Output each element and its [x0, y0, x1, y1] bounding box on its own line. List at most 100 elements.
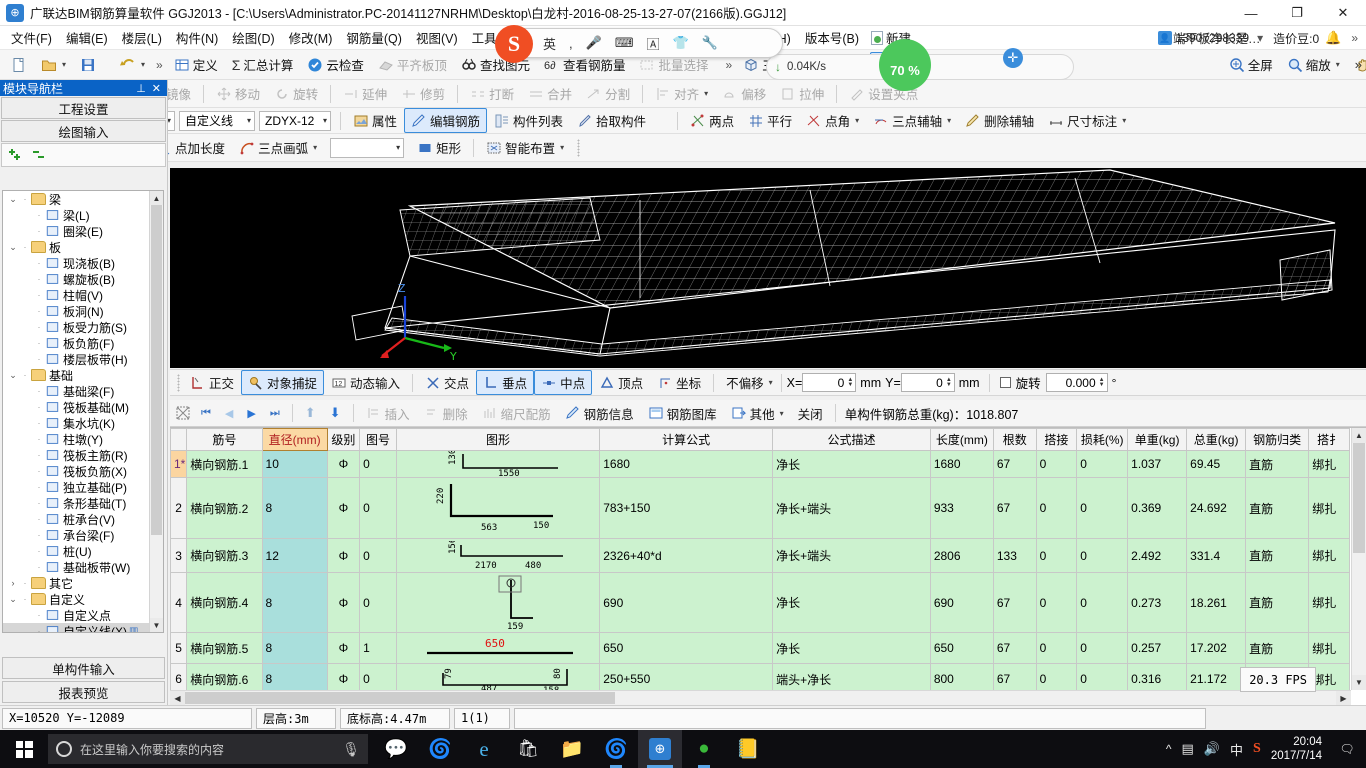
scroll-up-icon[interactable]: ▲	[150, 191, 163, 205]
insert-button[interactable]: 插入	[359, 401, 417, 426]
table-row[interactable]: 5 横向钢筋.5 8 Φ 1 650 650 净长 650 67 0 0 0.257 17.202 直筋 绑扎	[170, 632, 1350, 664]
cell-loss[interactable]: 0	[1076, 663, 1129, 690]
cell-total-weight[interactable]: 18.261	[1186, 572, 1247, 633]
taskbar-search[interactable]: 在这里输入你要搜索的内容 🎙	[48, 734, 368, 764]
cell-count[interactable]: 67	[992, 632, 1037, 664]
cell-grade[interactable]: Φ	[326, 632, 361, 664]
row-number[interactable]: 4	[170, 572, 188, 633]
col-grade[interactable]: 级别	[326, 428, 361, 451]
minimize-button[interactable]: —	[1228, 0, 1274, 26]
tree-item[interactable]: · 承台梁(F)	[3, 527, 149, 543]
cell-shape[interactable]: 130 1550	[395, 450, 601, 478]
taskbar-app-green[interactable]: ●	[682, 730, 726, 768]
cell-unit-weight[interactable]: 0.257	[1127, 632, 1188, 664]
cell-formula-desc[interactable]: 净长+端头	[772, 477, 931, 539]
three-point-arc-button[interactable]: 三点画弧 ▾	[232, 135, 324, 160]
fullscreen-button[interactable]: 全屏	[1222, 52, 1280, 77]
cell-rebar-class[interactable]: 直筋	[1245, 572, 1310, 633]
cell-figure-no[interactable]: 1	[359, 632, 397, 664]
account-chip[interactable]: 👤 13907298339 ▾	[1157, 31, 1267, 45]
start-button[interactable]	[0, 730, 48, 768]
edit-rebar-button[interactable]: 编辑钢筋	[404, 108, 488, 133]
menu-file[interactable]: 文件(F)	[4, 25, 59, 50]
cell-formula[interactable]: 650	[599, 632, 774, 664]
menu-view[interactable]: 视图(V)	[409, 25, 465, 50]
split-button[interactable]: 分割	[579, 81, 637, 106]
define-button[interactable]: 定义	[167, 52, 225, 77]
zoom-button[interactable]: 缩放 ▾	[1280, 52, 1347, 77]
ime-lang-button[interactable]: 英	[543, 34, 556, 53]
tree-item[interactable]: · 筏板负筋(X)	[3, 463, 149, 479]
next-record-button[interactable]: ▶	[240, 404, 262, 423]
cell-loss[interactable]: 0	[1076, 632, 1129, 664]
table-scroll-down-icon[interactable]: ▼	[1352, 675, 1366, 690]
cell-rebar-class[interactable]: 直筋	[1245, 632, 1310, 664]
cell-rebar-no[interactable]: 横向钢筋.2	[186, 477, 263, 539]
table-row[interactable]: 2 横向钢筋.2 8 Φ 0 220 563 150 783+150 净长+端头 933 67 0 0 0.…	[170, 477, 1350, 539]
col-formula-desc[interactable]: 公式描述	[772, 428, 931, 451]
cell-diameter[interactable]: 8	[261, 477, 328, 539]
offset-mode-select[interactable]: 不偏移 ▾	[719, 370, 776, 395]
move-button[interactable]: 移动	[209, 81, 267, 106]
member-list-button[interactable]: 构件列表	[487, 108, 570, 133]
maximize-button[interactable]: ❐	[1274, 0, 1320, 26]
cell-figure-no[interactable]: 0	[359, 450, 397, 478]
ime-emoji-icon[interactable]: 🄰	[647, 34, 660, 53]
cell-grade[interactable]: Φ	[326, 663, 361, 690]
perpendicular-snap-button[interactable]: 垂点	[476, 370, 535, 395]
prev-record-button[interactable]: ◀	[218, 404, 240, 423]
microphone-icon[interactable]: 🎙	[342, 741, 360, 758]
tree-folder[interactable]: ⌄ · 梁	[3, 191, 149, 207]
scale-rebar-button[interactable]: 缩尺配筋	[475, 401, 558, 426]
col-total-weight[interactable]: 总重(kg)	[1186, 428, 1247, 451]
menu-member[interactable]: 构件(N)	[169, 25, 225, 50]
action-center-icon[interactable]: 🗨	[1332, 730, 1362, 768]
table-scroll-right-icon[interactable]: ▶	[1336, 691, 1351, 705]
bell-icon[interactable]: 🔔	[1325, 30, 1341, 46]
cell-total-weight[interactable]: 24.692	[1186, 477, 1247, 539]
cell-count[interactable]: 67	[992, 477, 1037, 539]
draw-toolbar-grip-end[interactable]	[577, 138, 581, 157]
cell-lap[interactable]: 0	[1035, 450, 1078, 478]
merge-button[interactable]: 合并	[521, 81, 579, 106]
cell-formula[interactable]: 1680	[599, 450, 774, 478]
cell-lap-method[interactable]: 绑扎	[1308, 477, 1350, 539]
single-member-input-tab[interactable]: 单构件输入	[2, 657, 165, 679]
tree-item[interactable]: · 集水坑(K)	[3, 415, 149, 431]
cell-length[interactable]: 933	[929, 477, 994, 539]
tree-folder[interactable]: ⌄ · 自定义	[3, 591, 149, 607]
type-select[interactable]: 自定义线 ▾	[179, 110, 255, 131]
col-figure-no[interactable]: 图号	[359, 428, 397, 451]
menu-draw[interactable]: 绘图(D)	[225, 25, 281, 50]
cloud-check-button[interactable]: 云检查	[300, 52, 371, 77]
pin-icon[interactable]: ⊥	[133, 82, 149, 95]
rotate-button[interactable]: 旋转	[267, 81, 325, 106]
cell-unit-weight[interactable]: 1.037	[1127, 450, 1188, 478]
col-unit-weight[interactable]: 单重(kg)	[1127, 428, 1188, 451]
tree-item[interactable]: · 基础板带(W)	[3, 559, 149, 575]
tree-item[interactable]: · 现浇板(B)	[3, 255, 149, 271]
remove-icon[interactable]	[32, 147, 50, 163]
smart-layout-button[interactable]: 智能布置 ▾	[479, 135, 571, 160]
cell-count[interactable]: 67	[992, 450, 1037, 478]
cell-rebar-no[interactable]: 横向钢筋.1	[186, 450, 263, 478]
drawing-input-tab[interactable]: 绘图输入	[1, 120, 166, 142]
cell-lap[interactable]: 0	[1035, 663, 1078, 690]
table-row[interactable]: 1* 横向钢筋.1 10 Φ 0 130 1550 1680 净长 1680 67 0 0 1.037 69…	[170, 450, 1350, 478]
table-hscroll-thumb[interactable]	[185, 692, 615, 704]
cell-formula[interactable]: 783+150	[599, 477, 774, 539]
taskbar-clock[interactable]: 20:04 2017/7/14	[1271, 735, 1322, 763]
cell-formula-desc[interactable]: 净长	[772, 572, 931, 633]
extend-button[interactable]: 延伸	[336, 81, 394, 106]
last-record-button[interactable]: ⏭	[263, 404, 287, 423]
trim-button[interactable]: 修剪	[394, 81, 452, 106]
tree-expander-icon[interactable]: ⌄	[7, 370, 19, 381]
col-formula[interactable]: 计算公式	[599, 428, 774, 451]
cell-lap-method[interactable]: 绑扎	[1308, 572, 1350, 633]
cell-figure-no[interactable]: 0	[359, 572, 397, 633]
save-icon[interactable]	[73, 54, 103, 76]
intersection-snap-button[interactable]: 交点	[418, 370, 476, 395]
cell-diameter[interactable]: 8	[261, 663, 328, 690]
table-vscroll-thumb[interactable]	[1353, 443, 1365, 553]
x-input[interactable]: 0 ▲ ▼	[802, 373, 857, 392]
